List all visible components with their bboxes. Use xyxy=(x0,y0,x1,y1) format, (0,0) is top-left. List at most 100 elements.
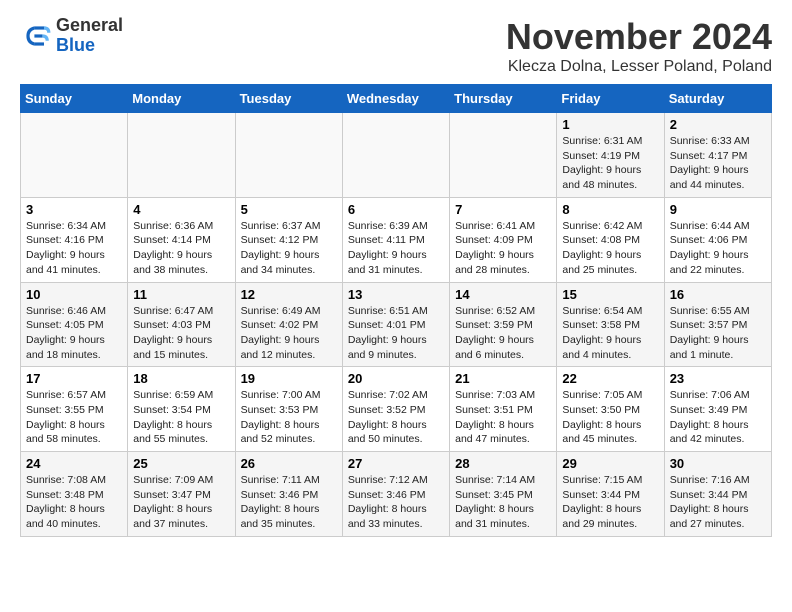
calendar-cell: 22 Sunrise: 7:05 AM Sunset: 3:50 PM Dayli… xyxy=(557,367,664,452)
calendar-cell: 9 Sunrise: 6:44 AM Sunset: 4:06 PM Daylig… xyxy=(664,197,771,282)
day-info: Sunrise: 6:57 AM Sunset: 3:55 PM Dayligh… xyxy=(26,388,122,447)
calendar-cell: 5 Sunrise: 6:37 AM Sunset: 4:12 PM Daylig… xyxy=(235,197,342,282)
day-info: Sunrise: 7:09 AM Sunset: 3:47 PM Dayligh… xyxy=(133,473,229,532)
calendar-cell xyxy=(450,113,557,198)
day-info: Sunrise: 6:49 AM Sunset: 4:02 PM Dayligh… xyxy=(241,304,337,363)
day-number: 7 xyxy=(455,202,551,217)
col-thursday: Thursday xyxy=(450,85,557,113)
calendar-cell: 2Sunrise: 6:33 AM Sunset: 4:17 PM Daylig… xyxy=(664,113,771,198)
calendar-cell xyxy=(342,113,449,198)
day-number: 20 xyxy=(348,371,444,386)
day-info: Sunrise: 6:34 AM Sunset: 4:16 PM Dayligh… xyxy=(26,219,122,278)
day-number: 4 xyxy=(133,202,229,217)
calendar-table: Sunday Monday Tuesday Wednesday Thursday… xyxy=(20,84,772,537)
week-row-1: 1 Sunrise: 6:31 AM Sunset: 4:19 PM Daylig… xyxy=(21,113,772,198)
day-info: Sunrise: 6:37 AM Sunset: 4:12 PM Dayligh… xyxy=(241,219,337,278)
day-number: 12 xyxy=(241,287,337,302)
day-number: 14 xyxy=(455,287,551,302)
day-number: 22 xyxy=(562,371,658,386)
calendar-cell: 6Sunrise: 6:39 AM Sunset: 4:11 PM Daylig… xyxy=(342,197,449,282)
calendar-cell: 30Sunrise: 7:16 AM Sunset: 3:44 PM Dayli… xyxy=(664,452,771,537)
day-number: 25 xyxy=(133,456,229,471)
logo: General Blue xyxy=(20,16,123,56)
day-number: 27 xyxy=(348,456,444,471)
day-number: 1 xyxy=(562,117,658,132)
day-number: 18 xyxy=(133,371,229,386)
col-wednesday: Wednesday xyxy=(342,85,449,113)
logo-text: General Blue xyxy=(56,16,123,56)
day-info: Sunrise: 7:16 AM Sunset: 3:44 PM Dayligh… xyxy=(670,473,766,532)
calendar-cell: 23 Sunrise: 7:06 AM Sunset: 3:49 PM Dayli… xyxy=(664,367,771,452)
day-info: Sunrise: 6:46 AM Sunset: 4:05 PM Dayligh… xyxy=(26,304,122,363)
calendar-cell: 21 Sunrise: 7:03 AM Sunset: 3:51 PM Dayli… xyxy=(450,367,557,452)
week-row-5: 24Sunrise: 7:08 AM Sunset: 3:48 PM Dayli… xyxy=(21,452,772,537)
day-number: 19 xyxy=(241,371,337,386)
location-title: Klecza Dolna, Lesser Poland, Poland xyxy=(506,58,772,76)
calendar-cell: 26 Sunrise: 7:11 AM Sunset: 3:46 PM Dayli… xyxy=(235,452,342,537)
calendar-cell: 8 Sunrise: 6:42 AM Sunset: 4:08 PM Daylig… xyxy=(557,197,664,282)
day-info: Sunrise: 7:03 AM Sunset: 3:51 PM Dayligh… xyxy=(455,388,551,447)
day-info: Sunrise: 6:47 AM Sunset: 4:03 PM Dayligh… xyxy=(133,304,229,363)
col-monday: Monday xyxy=(128,85,235,113)
day-info: Sunrise: 7:06 AM Sunset: 3:49 PM Dayligh… xyxy=(670,388,766,447)
calendar-cell: 18 Sunrise: 6:59 AM Sunset: 3:54 PM Dayli… xyxy=(128,367,235,452)
calendar-cell: 20 Sunrise: 7:02 AM Sunset: 3:52 PM Dayli… xyxy=(342,367,449,452)
day-number: 2 xyxy=(670,117,766,132)
day-info: Sunrise: 7:14 AM Sunset: 3:45 PM Dayligh… xyxy=(455,473,551,532)
day-number: 3 xyxy=(26,202,122,217)
week-row-2: 3 Sunrise: 6:34 AM Sunset: 4:16 PM Daylig… xyxy=(21,197,772,282)
day-number: 21 xyxy=(455,371,551,386)
calendar-cell: 16Sunrise: 6:55 AM Sunset: 3:57 PM Dayli… xyxy=(664,282,771,367)
day-info: Sunrise: 7:05 AM Sunset: 3:50 PM Dayligh… xyxy=(562,388,658,447)
day-info: Sunrise: 6:41 AM Sunset: 4:09 PM Dayligh… xyxy=(455,219,551,278)
day-info: Sunrise: 7:15 AM Sunset: 3:44 PM Dayligh… xyxy=(562,473,658,532)
day-info: Sunrise: 6:36 AM Sunset: 4:14 PM Dayligh… xyxy=(133,219,229,278)
col-sunday: Sunday xyxy=(21,85,128,113)
day-info: Sunrise: 7:00 AM Sunset: 3:53 PM Dayligh… xyxy=(241,388,337,447)
day-number: 15 xyxy=(562,287,658,302)
day-info: Sunrise: 7:02 AM Sunset: 3:52 PM Dayligh… xyxy=(348,388,444,447)
day-info: Sunrise: 6:44 AM Sunset: 4:06 PM Dayligh… xyxy=(670,219,766,278)
calendar-header-row: Sunday Monday Tuesday Wednesday Thursday… xyxy=(21,85,772,113)
title-block: November 2024 Klecza Dolna, Lesser Polan… xyxy=(506,16,772,76)
calendar-cell: 10Sunrise: 6:46 AM Sunset: 4:05 PM Dayli… xyxy=(21,282,128,367)
day-number: 23 xyxy=(670,371,766,386)
day-number: 26 xyxy=(241,456,337,471)
calendar-cell: 3 Sunrise: 6:34 AM Sunset: 4:16 PM Daylig… xyxy=(21,197,128,282)
calendar-cell: 29Sunrise: 7:15 AM Sunset: 3:44 PM Dayli… xyxy=(557,452,664,537)
calendar-cell: 25 Sunrise: 7:09 AM Sunset: 3:47 PM Dayli… xyxy=(128,452,235,537)
calendar-cell: 1 Sunrise: 6:31 AM Sunset: 4:19 PM Daylig… xyxy=(557,113,664,198)
day-number: 8 xyxy=(562,202,658,217)
day-info: Sunrise: 6:59 AM Sunset: 3:54 PM Dayligh… xyxy=(133,388,229,447)
calendar-cell: 14Sunrise: 6:52 AM Sunset: 3:59 PM Dayli… xyxy=(450,282,557,367)
day-info: Sunrise: 6:31 AM Sunset: 4:19 PM Dayligh… xyxy=(562,134,658,193)
calendar-cell: 28 Sunrise: 7:14 AM Sunset: 3:45 PM Dayli… xyxy=(450,452,557,537)
day-info: Sunrise: 6:54 AM Sunset: 3:58 PM Dayligh… xyxy=(562,304,658,363)
day-number: 9 xyxy=(670,202,766,217)
day-number: 17 xyxy=(26,371,122,386)
week-row-3: 10Sunrise: 6:46 AM Sunset: 4:05 PM Dayli… xyxy=(21,282,772,367)
day-number: 28 xyxy=(455,456,551,471)
calendar-cell: 24Sunrise: 7:08 AM Sunset: 3:48 PM Dayli… xyxy=(21,452,128,537)
calendar-cell: 15 Sunrise: 6:54 AM Sunset: 3:58 PM Dayli… xyxy=(557,282,664,367)
week-row-4: 17 Sunrise: 6:57 AM Sunset: 3:55 PM Dayli… xyxy=(21,367,772,452)
calendar-cell xyxy=(128,113,235,198)
calendar-cell: 11 Sunrise: 6:47 AM Sunset: 4:03 PM Dayli… xyxy=(128,282,235,367)
calendar-cell: 13Sunrise: 6:51 AM Sunset: 4:01 PM Dayli… xyxy=(342,282,449,367)
day-number: 24 xyxy=(26,456,122,471)
day-number: 16 xyxy=(670,287,766,302)
day-info: Sunrise: 6:42 AM Sunset: 4:08 PM Dayligh… xyxy=(562,219,658,278)
calendar-cell xyxy=(21,113,128,198)
day-info: Sunrise: 6:39 AM Sunset: 4:11 PM Dayligh… xyxy=(348,219,444,278)
day-number: 11 xyxy=(133,287,229,302)
col-friday: Friday xyxy=(557,85,664,113)
calendar-cell: 4 Sunrise: 6:36 AM Sunset: 4:14 PM Daylig… xyxy=(128,197,235,282)
day-info: Sunrise: 6:51 AM Sunset: 4:01 PM Dayligh… xyxy=(348,304,444,363)
day-number: 5 xyxy=(241,202,337,217)
day-info: Sunrise: 7:11 AM Sunset: 3:46 PM Dayligh… xyxy=(241,473,337,532)
day-info: Sunrise: 7:12 AM Sunset: 3:46 PM Dayligh… xyxy=(348,473,444,532)
col-tuesday: Tuesday xyxy=(235,85,342,113)
logo-icon xyxy=(20,20,52,52)
calendar-cell xyxy=(235,113,342,198)
month-title: November 2024 xyxy=(506,16,772,58)
